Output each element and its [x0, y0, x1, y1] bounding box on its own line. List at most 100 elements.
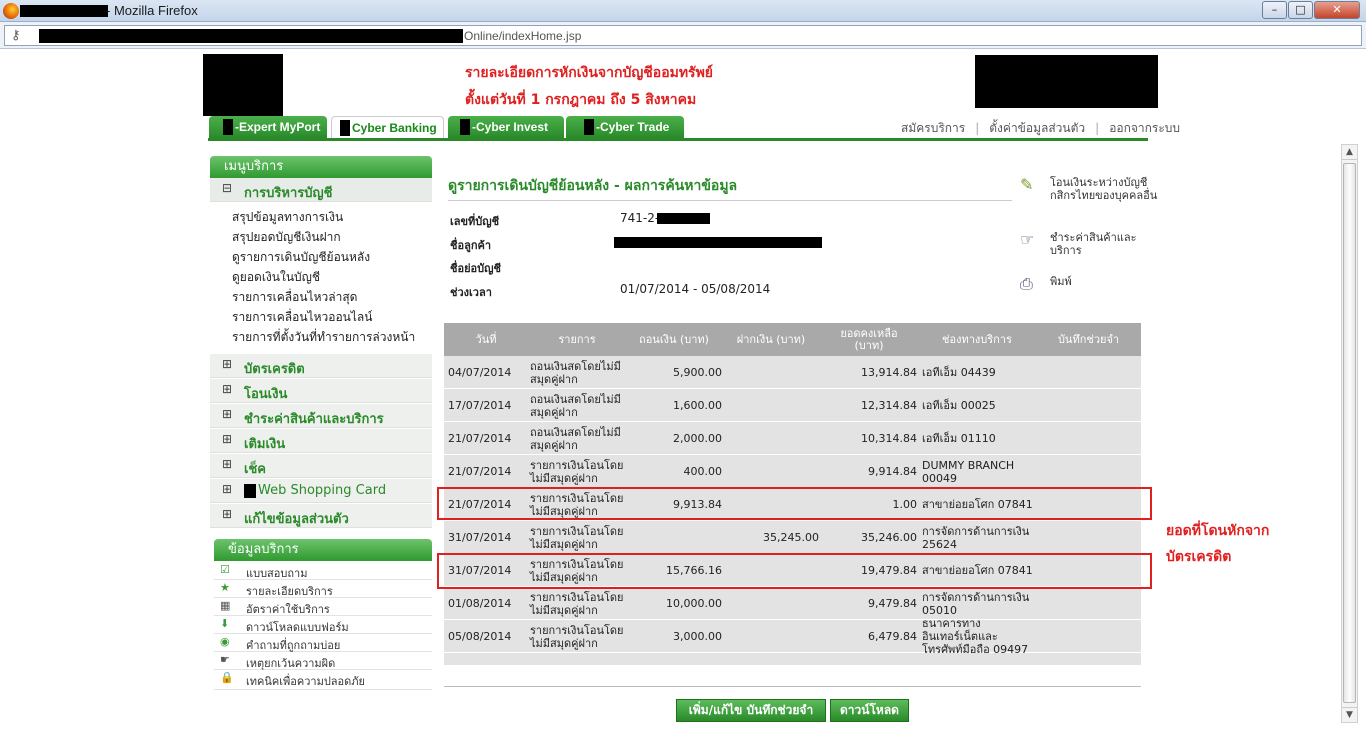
- sidebar-link-recent-movements[interactable]: รายการเคลื่อนไหวล่าสุด: [232, 288, 357, 307]
- hand-icon: ☛: [220, 653, 230, 666]
- cell-withdraw: 5,900.00: [673, 366, 722, 379]
- col-description: รายการ: [558, 332, 596, 346]
- info-item-details[interactable]: ★ รายละเอียดบริการ: [214, 580, 432, 598]
- tab-label: -Cyber Trade: [596, 120, 670, 134]
- tab-label: -Expert MyPort: [235, 120, 321, 134]
- col-balance: ยอดคงเหลือ (บาท): [840, 326, 898, 352]
- nickname-label: ชื่อย่อบัญชี: [450, 262, 501, 275]
- info-item-faq[interactable]: ◉ คำถามที่ถูกถามบ่อย: [214, 634, 432, 652]
- info-item-disclaimer[interactable]: ☛ เหตุยกเว้นความผิด: [214, 652, 432, 670]
- quick-link-label: ชำระค่าสินค้าและบริการ: [1050, 231, 1137, 257]
- sidebar-section-payment[interactable]: ⊞ ชำระค่าสินค้าและบริการ: [210, 404, 432, 428]
- top-links: สมัครบริการ | ตั้งค่าข้อมูลส่วนตัว | ออกจากร…: [896, 119, 1185, 138]
- cell-date: 21/07/2014: [448, 432, 512, 445]
- sidebar: เมนูบริการ ⊟ การบริหารบัญชี สรุปข้อมูลทา…: [208, 154, 434, 694]
- info-item-fees[interactable]: ▦ อัตราค่าใช้บริการ: [214, 598, 432, 616]
- cell-balance: 9,914.84: [868, 465, 917, 478]
- expand-icon: ⊞: [222, 457, 233, 471]
- scroll-down-arrow-icon[interactable]: ▼: [1342, 707, 1357, 722]
- pen-icon: ✎: [1020, 175, 1034, 194]
- edit-memo-button[interactable]: เพิ่ม/แก้ไข บันทึกช่วยจำ: [676, 699, 826, 722]
- sidebar-section-transfer[interactable]: ⊞ โอนเงิน: [210, 379, 432, 403]
- redacted-customer-name: [614, 237, 822, 248]
- table-row: 31/07/2014 รายการเงินโอนโดยไม่มีสมุดคู่ฝา…: [444, 521, 1141, 554]
- tab-expert-myport[interactable]: -Expert MyPort: [209, 116, 327, 138]
- sidebar-link-financial-summary[interactable]: สรุปข้อมูลทางการเงิน: [232, 208, 343, 227]
- table-row: 21/07/2014 รายการเงินโอนโดยไม่มีสมุดคู่ฝา…: [444, 455, 1141, 488]
- scroll-up-arrow-icon[interactable]: ▲: [1342, 145, 1357, 160]
- quick-link-label: พิมพ์: [1050, 275, 1072, 288]
- cell-desc: ถอนเงินสดโดยไม่มีสมุดคู่ฝาก: [530, 359, 621, 386]
- tab-cyber-banking[interactable]: Cyber Banking: [331, 116, 444, 138]
- tab-label: Cyber Banking: [352, 121, 437, 135]
- cell-balance: 10,314.84: [861, 432, 917, 445]
- banner-redacted: [975, 55, 1158, 108]
- printer-icon: ⎙: [1020, 274, 1033, 293]
- sidebar-section-edit-profile[interactable]: ⊞ แก้ไขข้อมูลส่วนตัว: [210, 504, 432, 528]
- info-item-survey[interactable]: ☑ แบบสอบถาม: [214, 562, 432, 580]
- account-no-value: 741-2-: [620, 211, 660, 225]
- annotation-line-2: บัตรเครดิต: [1166, 549, 1232, 565]
- url-input[interactable]: ⚷ Online/indexHome.jsp: [4, 25, 1362, 46]
- sidebar-link-statement-history[interactable]: ดูรายการเดินบัญชีย้อนหลัง: [232, 248, 370, 267]
- customer-label: ชื่อลูกค้า: [450, 239, 492, 252]
- sidebar-link-balance[interactable]: ดูยอดเงินในบัญชี: [232, 268, 320, 287]
- key-icon: ⚷: [11, 28, 21, 43]
- question-icon: ◉: [220, 635, 230, 648]
- vertical-scrollbar[interactable]: ▲ ▼: [1341, 144, 1358, 723]
- expand-icon: ⊞: [222, 507, 233, 521]
- table-header: วันที่ รายการ ถอนเงิน (บาท) ฝากเงิน (บาท…: [444, 323, 1141, 356]
- section-label: Web Shopping Card: [258, 483, 387, 498]
- table-row: 21/07/2014 ถอนเงินสดโดยไม่มีสมุดคู่ฝาก 2,0…: [444, 422, 1141, 455]
- scroll-thumb[interactable]: [1343, 163, 1356, 703]
- sidebar-section-web-shopping-card[interactable]: ⊞ Web Shopping Card: [210, 479, 432, 503]
- cell-balance: 6,479.84: [868, 630, 917, 643]
- cell-deposit: [722, 389, 819, 422]
- redacted-title: [20, 5, 108, 17]
- tab-cyber-invest[interactable]: -Cyber Invest: [448, 116, 564, 138]
- table-row: 05/08/2014 รายการเงินโอนโดยไม่มีสมุดคู่ฝา…: [444, 617, 1141, 656]
- register-link[interactable]: สมัครบริการ: [901, 121, 965, 135]
- settings-link[interactable]: ตั้งค่าข้อมูลส่วนตัว: [989, 121, 1085, 135]
- cell-deposit: [722, 587, 819, 620]
- info-item-security[interactable]: 🔒 เทคนิคเพื่อความปลอดภัย: [214, 670, 432, 690]
- page-content: รายละเอียดการหักเงินจากบัญชีออมทรัพย์ ตั…: [0, 49, 1366, 744]
- info-item-download-forms[interactable]: ⬇ ดาวน์โหลดแบบฟอร์ม: [214, 616, 432, 634]
- tab-cyber-trade[interactable]: -Cyber Trade: [566, 116, 684, 138]
- cell-channel: การจัดการด้านการเงิน 05010: [922, 590, 1030, 617]
- checkbox-icon: ☑: [220, 563, 230, 576]
- separator: |: [975, 121, 980, 135]
- cell-withdraw: 3,000.00: [673, 630, 722, 643]
- sidebar-link-deposit-summary[interactable]: สรุปยอดบัญชีเงินฝาก: [232, 228, 341, 247]
- logout-link[interactable]: ออกจากระบบ: [1109, 121, 1180, 135]
- cell-desc: รายการเงินโอนโดยไม่มีสมุดคู่ฝาก: [530, 524, 624, 551]
- cell-date: 01/08/2014: [448, 597, 512, 610]
- minimize-button[interactable]: –: [1262, 1, 1287, 19]
- col-deposit: ฝากเงิน (บาท): [736, 332, 806, 346]
- sidebar-section-cheque[interactable]: ⊞ เช็ค: [210, 454, 432, 478]
- sidebar-section-credit-card[interactable]: ⊞ บัตรเครดิต: [210, 354, 432, 378]
- sidebar-link-scheduled[interactable]: รายการที่ตั้งวันที่ทำรายการล่วงหน้า: [232, 328, 415, 347]
- sidebar-section-topup[interactable]: ⊞ เติมเงิน: [210, 429, 432, 453]
- cell-channel: DUMMY BRANCH 00049: [922, 458, 1015, 485]
- table-row: 17/07/2014 ถอนเงินสดโดยไม่มีสมุดคู่ฝาก 1,6…: [444, 389, 1141, 422]
- section-label: การบริหารบัญชี: [244, 186, 333, 201]
- cell-withdraw: 1,600.00: [673, 399, 722, 412]
- sidebar-section-account[interactable]: ⊟ การบริหารบัญชี: [210, 178, 432, 202]
- sidebar-link-online-movements[interactable]: รายการเคลื่อนไหวออนไลน์: [232, 308, 372, 327]
- page-title: ดูรายการเดินบัญชีย้อนหลัง - ผลการค้นหาข้…: [448, 178, 738, 194]
- info-title: ข้อมูลบริการ: [214, 539, 432, 561]
- cell-withdraw: 10,000.00: [666, 597, 722, 610]
- quick-link-label: โอนเงินระหว่างบัญชีกสิกรไทยของบุคคลอื่น: [1050, 176, 1158, 202]
- cell-balance: 9,479.84: [868, 597, 917, 610]
- col-memo: บันทึกช่วยจำ: [1057, 332, 1120, 346]
- close-button[interactable]: ✕: [1314, 1, 1360, 19]
- cell-desc: รายการเงินโอนโดยไม่มีสมุดคู่ฝาก: [530, 590, 624, 617]
- cell-channel: เอทีเอ็ม 01110: [922, 432, 996, 445]
- maximize-button[interactable]: □: [1288, 1, 1313, 19]
- cell-deposit: [722, 422, 819, 455]
- download-button[interactable]: ดาวน์โหลด: [830, 699, 909, 722]
- info-label: เทคนิคเพื่อความปลอดภัย: [246, 675, 365, 688]
- cell-date: 21/07/2014: [448, 465, 512, 478]
- cell-date: 04/07/2014: [448, 366, 512, 379]
